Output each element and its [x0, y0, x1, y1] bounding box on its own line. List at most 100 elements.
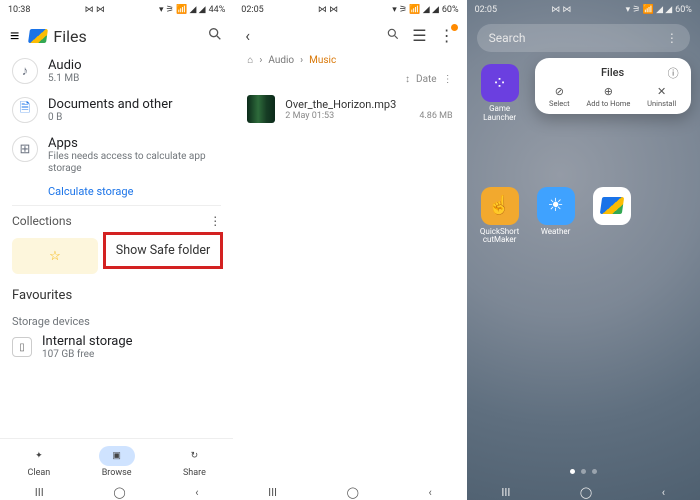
add-home-icon: ⊕: [602, 85, 614, 97]
internal-storage-row[interactable]: ▯ Internal storage 107 GB free: [12, 328, 221, 366]
app-label: Game Launcher: [475, 105, 525, 123]
nav-label: Clean: [28, 468, 51, 478]
chevron-right-icon: ›: [300, 55, 303, 66]
app-quickshortcutmaker[interactable]: ☝ QuickShort cutMaker: [475, 187, 525, 246]
status-time: 10:38: [8, 5, 30, 15]
collections-label: Collections: [12, 214, 72, 228]
home-button[interactable]: ◯: [347, 486, 359, 499]
popup-action-label: Select: [549, 99, 570, 108]
category-row[interactable]: 🗎 Documents and other 0 B: [0, 91, 233, 130]
back-icon[interactable]: ‹: [245, 26, 250, 45]
app-game-launcher[interactable]: ⁘ Game Launcher: [475, 64, 525, 123]
back-button[interactable]: ‹: [429, 486, 432, 499]
storage-free: 107 GB free: [42, 349, 133, 360]
app-icon: ⁘: [481, 64, 519, 102]
app-bar: ≡ Files: [0, 20, 233, 52]
search-placeholder: Search: [489, 31, 526, 45]
category-name: Documents and other: [48, 97, 221, 112]
status-signal-icons: ▾ ⚞ 📶 ◢ ◢: [626, 5, 673, 15]
more-icon[interactable]: ⋮: [666, 31, 678, 45]
recents-button[interactable]: III: [35, 486, 44, 499]
page-indicator: [467, 469, 700, 474]
document-icon: 🗎: [12, 97, 38, 123]
status-left-icons: ⋈ ⋈: [551, 5, 571, 15]
breadcrumb[interactable]: ⌂ › Audio › Music: [233, 51, 466, 70]
sparkle-icon: ✦: [21, 446, 57, 466]
status-bar: 02:05 ⋈ ⋈ ▾ ⚞ 📶 ◢ ◢ 60%: [467, 0, 700, 20]
file-size: 4.86 MB: [419, 111, 452, 121]
home-button[interactable]: ◯: [580, 486, 592, 499]
screen-files-app: 10:38 ⋈ ⋈ ▾ ⚞ 📶 ◢ ◢ 44% ≡ Files ♪ Audio …: [0, 0, 233, 500]
sort-label: Date: [416, 74, 437, 85]
recents-button[interactable]: III: [268, 486, 277, 499]
popup-select[interactable]: ⊘ Select: [549, 85, 570, 108]
file-name: Over_the_Horizon.mp3: [285, 98, 452, 111]
collections-header: Collections ⋮: [0, 206, 233, 232]
share-icon: ↻: [176, 446, 212, 466]
category-row[interactable]: ♪ Audio 5.1 MB: [0, 52, 233, 91]
storage-devices-label: Storage devices: [12, 315, 221, 328]
category-sub: Files needs access to calculate app stor…: [48, 151, 221, 175]
screen-music-folder: 02:05 ⋈ ⋈ ▾ ⚞ 📶 ◢ ◢ 60% ‹ ☰ ⋮ ⌂ › Audio …: [233, 0, 466, 500]
more-icon[interactable]: ⋮: [443, 74, 453, 85]
screen-launcher: 02:05 ⋈ ⋈ ▾ ⚞ 📶 ◢ ◢ 60% Search ⋮ ⁘ Game …: [467, 0, 700, 500]
more-icon[interactable]: ⋮: [209, 214, 221, 228]
popup-title: Files ⓘ: [541, 66, 685, 85]
show-safe-folder-button[interactable]: Show Safe folder: [103, 232, 224, 269]
status-battery: 44%: [209, 5, 226, 15]
search-icon[interactable]: [386, 26, 400, 45]
chevron-right-icon: ›: [259, 55, 262, 66]
nav-browse[interactable]: ▣ Browse: [99, 446, 135, 478]
nav-label: Share: [183, 468, 206, 478]
app-icon: ☝: [481, 187, 519, 225]
app-title: Files: [29, 27, 86, 46]
app-weather[interactable]: ☀ Weather: [531, 187, 581, 246]
search-icon[interactable]: [207, 26, 223, 46]
calculate-storage-link[interactable]: Calculate storage: [0, 181, 233, 205]
hamburger-icon[interactable]: ≡: [10, 26, 19, 46]
crumb-audio[interactable]: Audio: [268, 55, 294, 66]
popup-action-label: Add to Home: [586, 99, 630, 108]
status-signal-icons: ▾ ⚞ 📶 ◢ ◢: [392, 5, 439, 15]
files-logo-icon: [28, 29, 48, 43]
category-name: Apps: [48, 136, 221, 151]
list-view-icon[interactable]: ☰: [412, 26, 426, 45]
phone-storage-icon: ▯: [12, 337, 32, 357]
home-button[interactable]: ◯: [113, 486, 125, 499]
back-button[interactable]: ‹: [662, 486, 665, 499]
category-name: Audio: [48, 58, 221, 73]
app-icon: [593, 187, 631, 225]
app-icon: ☀: [537, 187, 575, 225]
file-row[interactable]: Over_the_Horizon.mp3 2 May 01:53 4.86 MB: [233, 87, 466, 131]
favourites-chip[interactable]: ☆: [12, 238, 98, 274]
app-title-text: Files: [53, 27, 86, 46]
system-nav: III ◯ ‹: [0, 484, 233, 500]
status-left-icons: ⋈ ⋈: [85, 5, 105, 15]
apps-row-2: ☝ QuickShort cutMaker ☀ Weather: [467, 179, 700, 246]
recents-button[interactable]: III: [501, 486, 510, 499]
uninstall-icon: ✕: [656, 85, 668, 97]
popup-add-home[interactable]: ⊕ Add to Home: [586, 85, 630, 108]
popup-uninstall[interactable]: ✕ Uninstall: [647, 85, 676, 108]
nav-clean[interactable]: ✦ Clean: [21, 446, 57, 478]
status-battery: 60%: [442, 5, 459, 15]
more-icon[interactable]: ⋮: [439, 26, 455, 45]
category-row[interactable]: ⊞ Apps Files needs access to calculate a…: [0, 130, 233, 181]
status-signal-icons: ▾ ⚞ 📶 ◢ ◢: [159, 5, 206, 15]
info-icon[interactable]: ⓘ: [668, 65, 679, 81]
storage-name: Internal storage: [42, 334, 133, 349]
category-size: 0 B: [48, 112, 221, 124]
status-bar: 02:05 ⋈ ⋈ ▾ ⚞ 📶 ◢ ◢ 60%: [233, 0, 466, 20]
bottom-nav: ✦ Clean ▣ Browse ↻ Share: [0, 438, 233, 484]
sort-bar[interactable]: ↕ Date ⋮: [233, 70, 466, 87]
select-icon: ⊘: [553, 85, 565, 97]
back-button[interactable]: ‹: [195, 486, 198, 499]
nav-share[interactable]: ↻ Share: [176, 446, 212, 478]
search-bar[interactable]: Search ⋮: [477, 24, 690, 52]
app-files[interactable]: [587, 187, 637, 246]
home-icon[interactable]: ⌂: [247, 55, 253, 66]
popup-action-label: Uninstall: [647, 99, 676, 108]
apps-icon: ⊞: [12, 136, 38, 162]
system-nav: III ◯ ‹: [233, 484, 466, 500]
category-size: 5.1 MB: [48, 73, 221, 85]
